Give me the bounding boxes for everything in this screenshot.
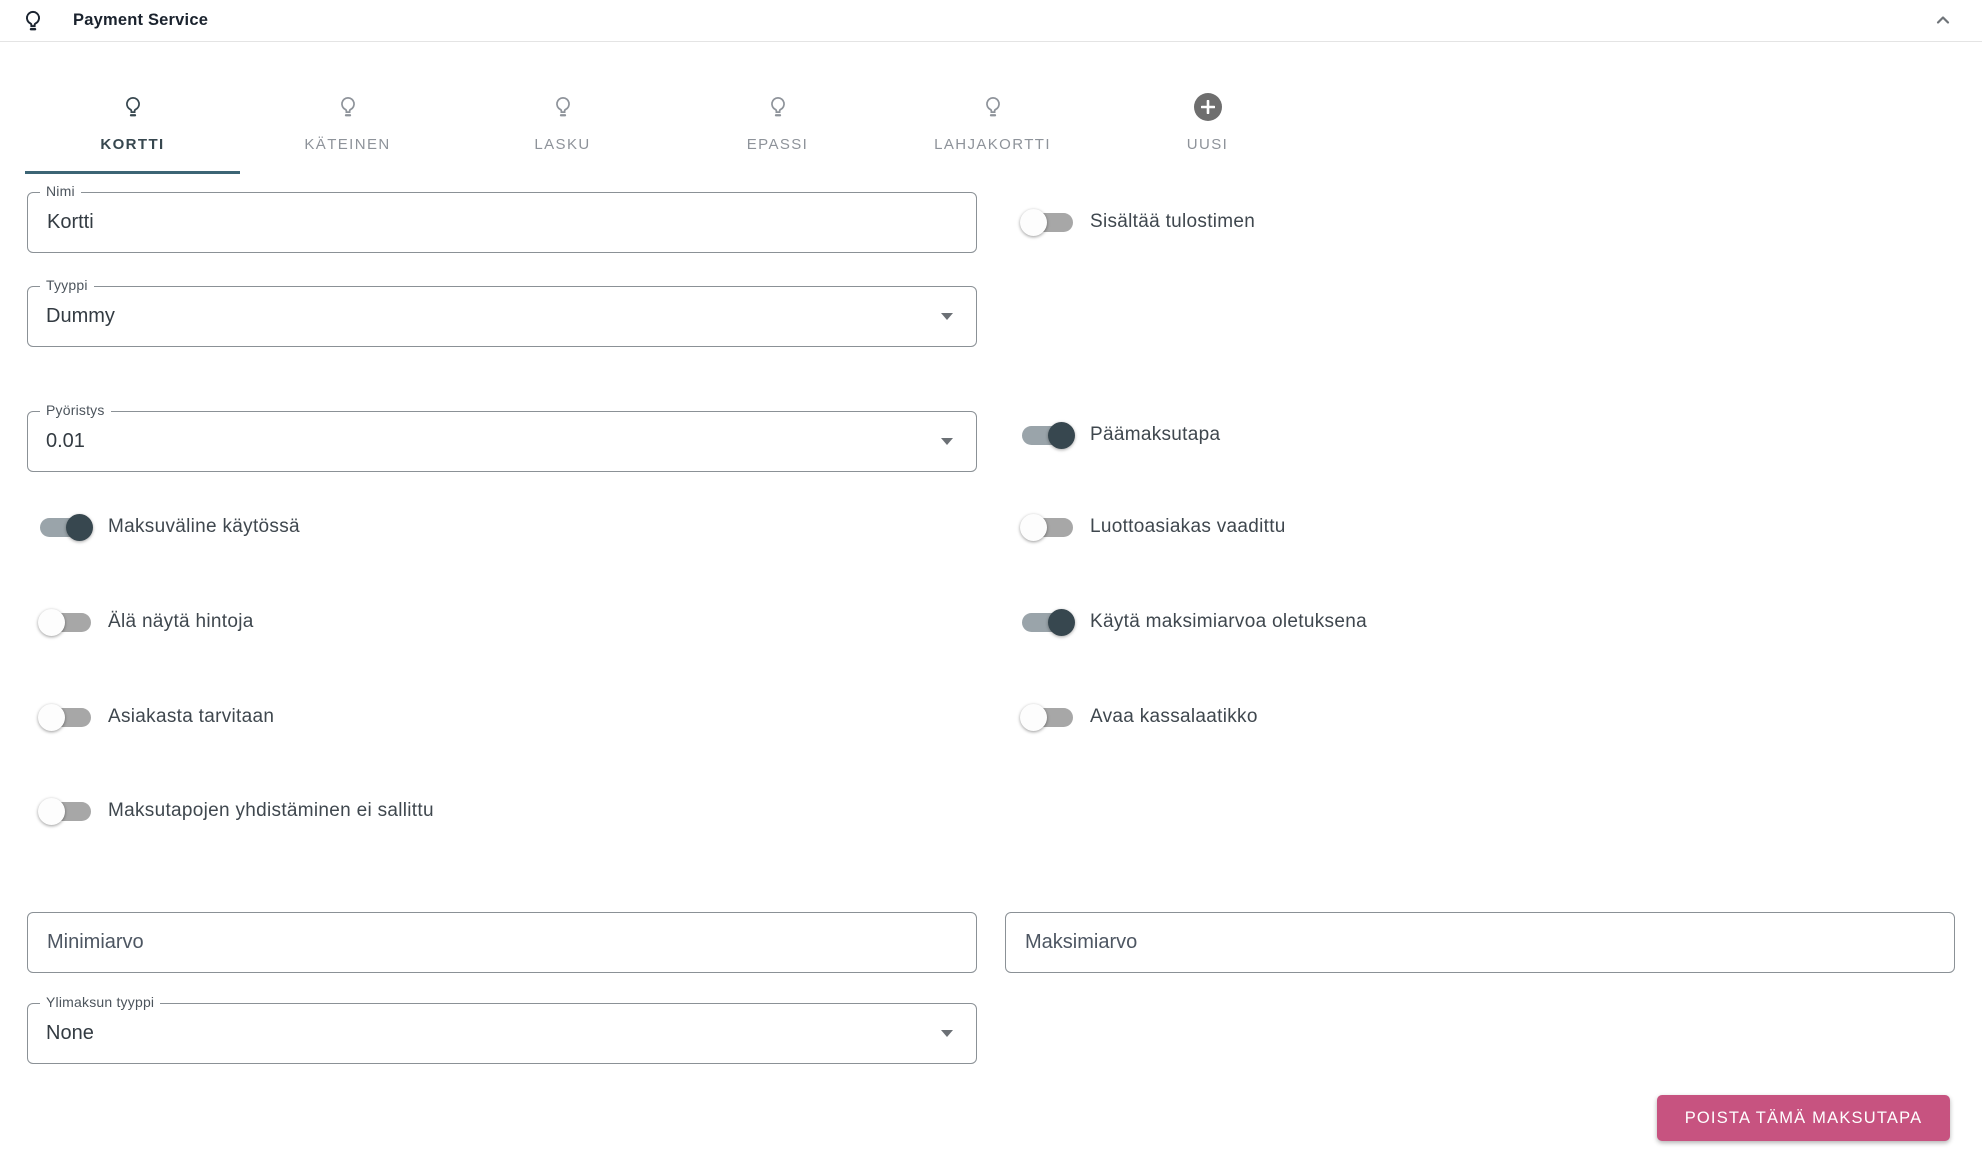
panel-title: Payment Service xyxy=(73,11,209,29)
dropdown-caret-icon xyxy=(941,1030,953,1037)
paamaksutapa-switch[interactable] xyxy=(1020,421,1075,449)
nimi-label: Nimi xyxy=(40,183,81,199)
tyyppi-select[interactable]: Tyyppi Dummy xyxy=(27,277,977,347)
delete-payment-method-button[interactable]: POISTA TÄMÄ MAKSUTAPA xyxy=(1657,1095,1950,1141)
pyoristys-select[interactable]: Pyöristys 0.01 xyxy=(27,402,977,472)
lightbulb-icon xyxy=(980,93,1006,126)
kayta-maksimiarvoa-switch[interactable] xyxy=(1020,608,1075,636)
toggle-label: Sisältää tulostimen xyxy=(1090,211,1256,232)
minimiarvo-input[interactable] xyxy=(27,912,977,973)
tab-label: KORTTI xyxy=(100,136,165,153)
tab-lahjakortti[interactable]: LAHJAKORTTI xyxy=(885,60,1100,174)
nimi-input[interactable] xyxy=(27,192,977,253)
pyoristys-label: Pyöristys xyxy=(40,402,111,418)
toggle-label: Maksutapojen yhdistäminen ei sallittu xyxy=(108,800,434,821)
toggle-asiakasta-tarvitaan: Asiakasta tarvitaan xyxy=(38,702,274,732)
maksutapojen-yhdistaminen-switch[interactable] xyxy=(38,797,93,825)
tab-label: KÄTEINEN xyxy=(304,136,391,153)
lightbulb-icon xyxy=(20,7,46,40)
tab-kortti[interactable]: KORTTI xyxy=(25,60,240,174)
dropdown-caret-icon xyxy=(941,313,953,320)
toggle-paamaksutapa: Päämaksutapa xyxy=(1020,420,1220,450)
tab-label: LAHJAKORTTI xyxy=(934,136,1051,153)
ylimaksun-tyyppi-select[interactable]: Ylimaksun tyyppi None xyxy=(27,994,977,1064)
nimi-field: Nimi xyxy=(27,183,977,253)
tab-label: UUSI xyxy=(1186,136,1229,153)
maksuvaline-kaytossa-switch[interactable] xyxy=(38,513,93,541)
toggle-label: Päämaksutapa xyxy=(1090,424,1221,445)
toggle-maksutapojen-yhdistaminen: Maksutapojen yhdistäminen ei sallittu xyxy=(38,796,434,826)
toggle-label: Avaa kassalaatikko xyxy=(1090,706,1258,727)
asiakasta-tarvitaan-switch[interactable] xyxy=(38,703,93,731)
luottoasiakas-vaadittu-switch[interactable] xyxy=(1020,513,1075,541)
toggle-label: Luottoasiakas vaadittu xyxy=(1090,516,1286,537)
tab-lasku[interactable]: LASKU xyxy=(455,60,670,174)
toggle-sisaltaa-tulostimen: Sisältää tulostimen xyxy=(1020,207,1255,237)
lightbulb-icon xyxy=(335,93,361,126)
toggle-ala-nayta-hintoja: Älä näytä hintoja xyxy=(38,607,254,637)
tab-kateinen[interactable]: KÄTEINEN xyxy=(240,60,455,174)
toggle-avaa-kassalaatikko: Avaa kassalaatikko xyxy=(1020,702,1258,732)
toggle-maksuvaline-kaytossa: Maksuväline käytössä xyxy=(38,512,300,542)
ylimaksun-tyyppi-label: Ylimaksun tyyppi xyxy=(40,994,161,1010)
toggle-label: Asiakasta tarvitaan xyxy=(108,706,275,727)
collapse-button[interactable] xyxy=(1930,8,1956,34)
lightbulb-icon xyxy=(120,93,146,126)
toggle-luottoasiakas-vaadittu: Luottoasiakas vaadittu xyxy=(1020,512,1286,542)
payment-service-panel: Payment Service KORTTI KÄTEINEN LASKU EP… xyxy=(0,0,1982,1156)
payment-method-tabs: KORTTI KÄTEINEN LASKU EPASSI LAHJAKORTTI… xyxy=(25,60,1315,174)
toggle-label: Älä näytä hintoja xyxy=(108,611,254,632)
tyyppi-label: Tyyppi xyxy=(40,277,94,293)
ala-nayta-hintoja-switch[interactable] xyxy=(38,608,93,636)
lightbulb-icon xyxy=(765,93,791,126)
lightbulb-icon xyxy=(550,93,576,126)
toggle-label: Maksuväline käytössä xyxy=(108,516,300,537)
tab-label: LASKU xyxy=(534,136,591,153)
avaa-kassalaatikko-switch[interactable] xyxy=(1020,703,1075,731)
plus-circle-icon xyxy=(1193,93,1222,121)
tyyppi-value: Dummy xyxy=(46,305,115,327)
dropdown-caret-icon xyxy=(941,438,953,445)
minimiarvo-field xyxy=(27,912,977,973)
maksimiarvo-field xyxy=(1005,912,1955,973)
toggle-label: Käytä maksimiarvoa oletuksena xyxy=(1090,611,1367,632)
sisaltaa-tulostimen-switch[interactable] xyxy=(1020,208,1075,236)
chevron-up-icon xyxy=(1931,16,1955,35)
tab-label: EPASSI xyxy=(746,136,809,153)
maksimiarvo-input[interactable] xyxy=(1005,912,1955,973)
tab-epassi[interactable]: EPASSI xyxy=(670,60,885,174)
pyoristys-value: 0.01 xyxy=(46,430,85,452)
tab-uusi[interactable]: UUSI xyxy=(1100,60,1315,174)
toggle-kayta-maksimiarvoa: Käytä maksimiarvoa oletuksena xyxy=(1020,607,1367,637)
panel-header: Payment Service xyxy=(0,0,1982,42)
ylimaksun-tyyppi-value: None xyxy=(46,1022,94,1044)
